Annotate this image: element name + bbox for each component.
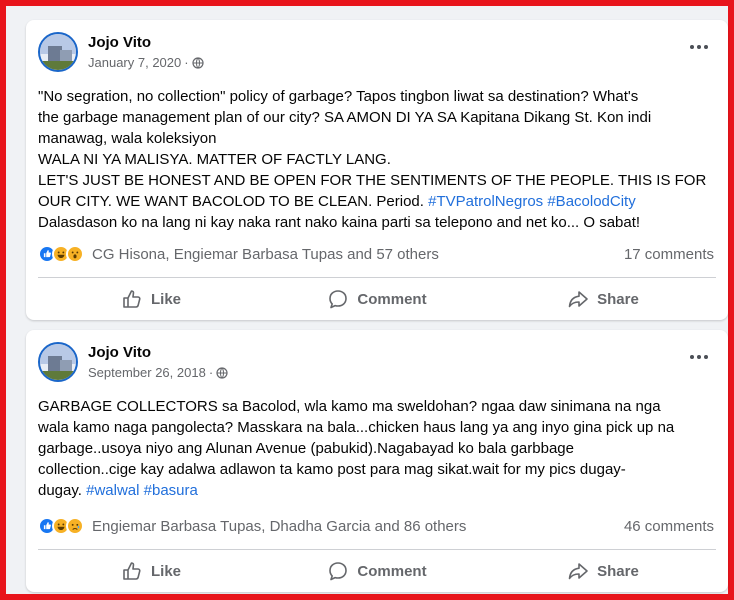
like-button[interactable]: Like (38, 554, 264, 588)
hashtag-link[interactable]: #basura (144, 482, 198, 499)
comment-button[interactable]: Comment (264, 282, 490, 316)
like-label: Like (150, 290, 181, 308)
reactions-summary: Engiemar Barbasa Tupas, Dhadha Garcia an… (38, 517, 714, 535)
post-text-line: GARBAGE COLLECTORS sa Bacolod, wla kamo … (38, 398, 661, 415)
author-name[interactable]: Jojo Vito (88, 33, 204, 52)
share-button[interactable]: Share (490, 554, 716, 588)
reactions-summary: CG Hisona, Engiemar Barbasa Tupas and 57… (38, 245, 714, 263)
date-separator: · (184, 55, 189, 70)
post-header: Jojo Vito January 7, 2020 · (38, 32, 204, 72)
post-actions: Like Comment Share (38, 554, 716, 588)
post-header: Jojo Vito September 26, 2018 · (38, 342, 228, 382)
like-label: Like (150, 562, 181, 580)
thumbs-up-icon (123, 290, 141, 308)
comment-label: Comment (357, 290, 427, 308)
share-label: Share (597, 290, 639, 308)
globe-icon (216, 366, 228, 379)
post-text-line: garbage..usoya niyo ang Alunan Avenue (p… (38, 440, 574, 457)
more-options-icon[interactable] (688, 352, 710, 362)
share-label: Share (597, 562, 639, 580)
post-date[interactable]: January 7, 2020 (88, 54, 181, 71)
share-button[interactable]: Share (490, 282, 716, 316)
divider (38, 277, 716, 278)
sad-reaction-icon (66, 517, 84, 535)
reaction-names[interactable]: CG Hisona, Engiemar Barbasa Tupas and 57… (92, 246, 439, 263)
author-name[interactable]: Jojo Vito (88, 343, 228, 362)
hashtag-link[interactable]: #TVPatrolNegros (428, 193, 543, 210)
reaction-emojis[interactable] (38, 517, 84, 535)
comment-label: Comment (357, 562, 427, 580)
post-card: Jojo Vito September 26, 2018 · GARBAGE C… (26, 330, 728, 592)
screenshot-frame: Jojo Vito January 7, 2020 · "No segratio… (0, 0, 734, 600)
comment-button[interactable]: Comment (264, 554, 490, 588)
speech-bubble-icon (329, 290, 348, 309)
reaction-names[interactable]: Engiemar Barbasa Tupas, Dhadha Garcia an… (92, 518, 466, 535)
post-text-line: WALA NI YA MALISYA. MATTER OF FACTLY LAN… (38, 151, 391, 168)
avatar[interactable] (38, 342, 78, 382)
post-text: GARBAGE COLLECTORS sa Bacolod, wla kamo … (38, 396, 714, 501)
globe-icon (191, 56, 204, 69)
share-arrow-icon (568, 563, 588, 580)
post-text-line: the garbage management plan of our city?… (38, 109, 652, 126)
comments-count[interactable]: 46 comments (624, 518, 714, 535)
post-date[interactable]: September 26, 2018 (88, 364, 206, 381)
post-actions: Like Comment Share (38, 282, 716, 316)
post-text-line: dugay. #walwal #basura (38, 482, 198, 499)
divider (38, 549, 716, 550)
post-text-line: manawag, wala koleksiyon (38, 130, 217, 147)
hashtag-link[interactable]: #BacolodCity (547, 193, 635, 210)
post-text-line: "No segration, no collection" policy of … (38, 88, 639, 105)
wow-reaction-icon (66, 245, 84, 263)
speech-bubble-icon (329, 562, 348, 581)
share-arrow-icon (568, 291, 588, 308)
more-options-icon[interactable] (688, 42, 710, 52)
thumbs-up-icon (123, 562, 141, 580)
avatar[interactable] (38, 32, 78, 72)
post-text-line: LET'S JUST BE HONEST AND BE OPEN FOR THE… (38, 172, 707, 189)
post-text-line: Dalasdason ko na lang ni kay naka rant n… (38, 214, 641, 231)
post-text-line: collection..cige kay adalwa adlawon ta k… (38, 461, 626, 478)
like-button[interactable]: Like (38, 282, 264, 316)
comments-count[interactable]: 17 comments (624, 246, 714, 263)
date-separator: · (208, 365, 214, 380)
reaction-emojis[interactable] (38, 245, 84, 263)
post-text: "No segration, no collection" policy of … (38, 86, 714, 233)
hashtag-link[interactable]: #walwal (86, 482, 139, 499)
post-card: Jojo Vito January 7, 2020 · "No segratio… (26, 20, 728, 320)
post-text-line: OUR CITY. WE WANT BACOLOD TO BE CLEAN. P… (38, 193, 636, 210)
post-text-line: wala kamo naga pangolecta? Masskara na b… (38, 419, 675, 436)
